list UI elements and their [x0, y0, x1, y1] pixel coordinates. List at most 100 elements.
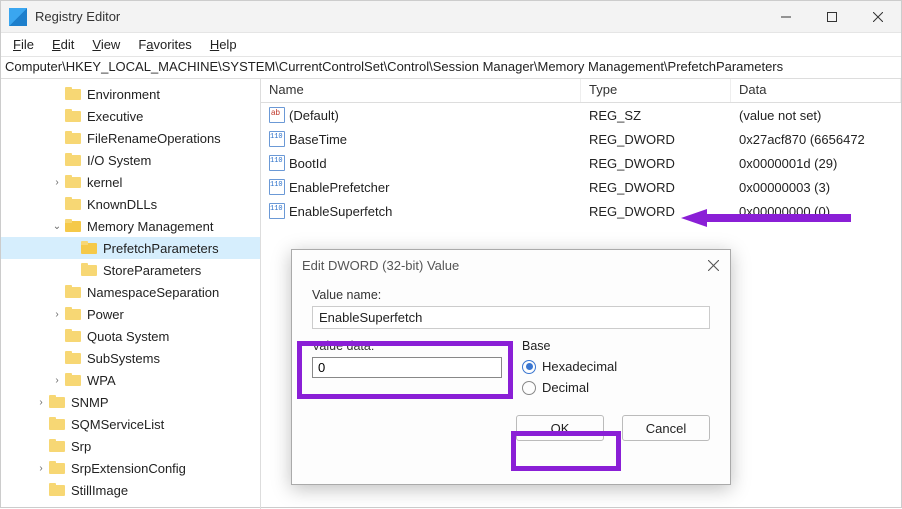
- radio-hexadecimal[interactable]: Hexadecimal: [522, 359, 710, 374]
- tree-item-environment[interactable]: Environment: [1, 83, 260, 105]
- folder-icon: [49, 461, 65, 475]
- folder-icon: [49, 439, 65, 453]
- value-name: EnablePrefetcher: [289, 180, 389, 195]
- reg-string-icon: [269, 107, 285, 123]
- menu-edit[interactable]: Edit: [44, 35, 82, 54]
- tree-item-label: WPA: [85, 373, 118, 388]
- tree-item-label: KnownDLLs: [85, 197, 159, 212]
- folder-icon: [65, 153, 81, 167]
- tree-item-namespaceseparation[interactable]: NamespaceSeparation: [1, 281, 260, 303]
- value-type: REG_DWORD: [581, 156, 731, 171]
- radio-empty-icon: [522, 381, 536, 395]
- value-name: (Default): [289, 108, 339, 123]
- tree-item-snmp[interactable]: ›SNMP: [1, 391, 260, 413]
- folder-icon: [65, 329, 81, 343]
- tree-item-power[interactable]: › Power: [1, 303, 260, 325]
- tree-item-prefetchparameters[interactable]: PrefetchParameters: [1, 237, 260, 259]
- value-type: REG_SZ: [581, 108, 731, 123]
- tree-item-storeparameters[interactable]: StoreParameters: [1, 259, 260, 281]
- value-data-input[interactable]: [312, 357, 502, 378]
- menu-view[interactable]: View: [84, 35, 128, 54]
- value-type: REG_DWORD: [581, 132, 731, 147]
- hex-label: Hexadecimal: [542, 359, 617, 374]
- value-name: EnableSuperfetch: [289, 204, 392, 219]
- list-row[interactable]: EnablePrefetcherREG_DWORD0x00000003 (3): [261, 175, 901, 199]
- folder-icon: [65, 197, 81, 211]
- folder-icon: [65, 307, 81, 321]
- reg-dword-icon: [269, 203, 285, 219]
- tree-item-kernel[interactable]: › kernel: [1, 171, 260, 193]
- menu-favorites[interactable]: Favorites: [130, 35, 199, 54]
- chevron-down-icon[interactable]: ⌄: [49, 221, 65, 232]
- maximize-button[interactable]: [809, 1, 855, 33]
- chevron-right-icon[interactable]: ›: [49, 309, 65, 320]
- menu-help[interactable]: Help: [202, 35, 245, 54]
- tree-item-label: kernel: [85, 175, 124, 190]
- cancel-button[interactable]: Cancel: [622, 415, 710, 441]
- tree-item-filerenameoperations[interactable]: FileRenameOperations: [1, 127, 260, 149]
- value-data-label: Value data:: [312, 339, 502, 353]
- tree-item-stillimage[interactable]: StillImage: [1, 479, 260, 501]
- tree-item-knowndlls[interactable]: KnownDLLs: [1, 193, 260, 215]
- tree-item-label: Environment: [85, 87, 162, 102]
- folder-icon: [49, 483, 65, 497]
- close-button[interactable]: [855, 1, 901, 33]
- radio-decimal[interactable]: Decimal: [522, 380, 710, 395]
- value-data: 0x0000001d (29): [731, 156, 901, 171]
- tree-item-wpa[interactable]: › WPA: [1, 369, 260, 391]
- chevron-right-icon[interactable]: ›: [49, 375, 65, 386]
- tree-item-label: SQMServiceList: [69, 417, 166, 432]
- col-name[interactable]: Name: [261, 79, 581, 102]
- tree-item-srpextensionconfig[interactable]: ›SrpExtensionConfig: [1, 457, 260, 479]
- tree-item-label: Power: [85, 307, 126, 322]
- chevron-right-icon[interactable]: ›: [49, 177, 65, 188]
- dialog-close-button[interactable]: [702, 255, 724, 275]
- tree-item-label: Executive: [85, 109, 145, 124]
- dialog-title: Edit DWORD (32-bit) Value: [292, 250, 730, 280]
- folder-icon: [49, 395, 65, 409]
- col-data[interactable]: Data: [731, 79, 901, 102]
- tree-item-subsystems[interactable]: SubSystems: [1, 347, 260, 369]
- tree-item-srp[interactable]: Srp: [1, 435, 260, 457]
- tree-item-label: FileRenameOperations: [85, 131, 223, 146]
- value-name-field[interactable]: EnableSuperfetch: [312, 306, 710, 329]
- window-title: Registry Editor: [35, 9, 763, 24]
- tree-item-label: NamespaceSeparation: [85, 285, 221, 300]
- tree-item-i-o-system[interactable]: I/O System: [1, 149, 260, 171]
- list-row[interactable]: BaseTimeREG_DWORD0x27acf870 (6656472: [261, 127, 901, 151]
- titlebar: Registry Editor: [1, 1, 901, 33]
- tree-item-sqmservicelist[interactable]: SQMServiceList: [1, 413, 260, 435]
- list-row[interactable]: (Default)REG_SZ(value not set): [261, 103, 901, 127]
- value-name-label: Value name:: [312, 288, 710, 302]
- value-data: 0x27acf870 (6656472: [731, 132, 901, 147]
- folder-icon: [65, 175, 81, 189]
- folder-icon: [65, 87, 81, 101]
- tree-panel[interactable]: Environment Executive FileRenameOperations…: [1, 79, 261, 509]
- tree-item-memory-management[interactable]: ⌄Memory Management: [1, 215, 260, 237]
- base-label: Base: [522, 339, 710, 353]
- tree-item-quota-system[interactable]: Quota System: [1, 325, 260, 347]
- tree-item-label: SubSystems: [85, 351, 162, 366]
- chevron-right-icon[interactable]: ›: [33, 397, 49, 408]
- list-row[interactable]: BootId REG_DWORD0x0000001d (29): [261, 151, 901, 175]
- folder-icon: [81, 263, 97, 277]
- folder-icon: [65, 373, 81, 387]
- tree-item-label: StoreParameters: [101, 263, 203, 278]
- list-rows: (Default)REG_SZ(value not set)BaseTimeRE…: [261, 103, 901, 223]
- menu-file[interactable]: File: [5, 35, 42, 54]
- app-icon: [9, 8, 27, 26]
- col-type[interactable]: Type: [581, 79, 731, 102]
- edit-dword-dialog: Edit DWORD (32-bit) Value Value name: En…: [291, 249, 731, 485]
- address-bar[interactable]: Computer\HKEY_LOCAL_MACHINE\SYSTEM\Curre…: [1, 57, 901, 79]
- chevron-right-icon[interactable]: ›: [33, 463, 49, 474]
- tree-item-label: PrefetchParameters: [101, 241, 221, 256]
- reg-dword-icon: [269, 179, 285, 195]
- tree-item-executive[interactable]: Executive: [1, 105, 260, 127]
- folder-icon: [65, 285, 81, 299]
- ok-button[interactable]: OK: [516, 415, 604, 441]
- value-name: BootId: [289, 156, 327, 171]
- tree-item-label: I/O System: [85, 153, 153, 168]
- minimize-button[interactable]: [763, 1, 809, 33]
- tree-item-label: StillImage: [69, 483, 130, 498]
- folder-icon: [81, 241, 97, 255]
